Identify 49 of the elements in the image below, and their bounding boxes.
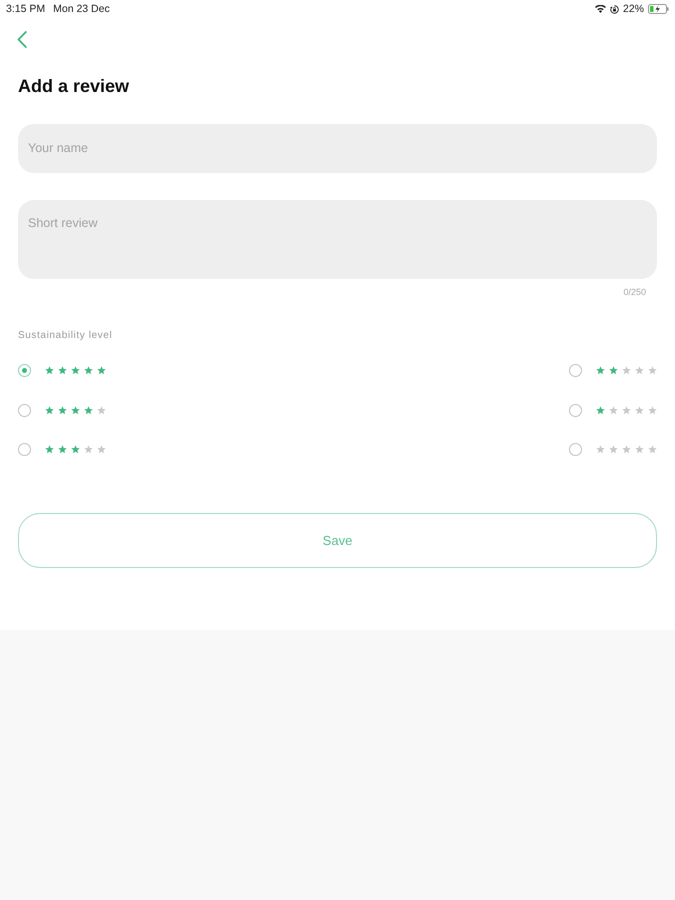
radio-button[interactable]: [18, 443, 31, 456]
back-icon: [17, 30, 27, 48]
page-title: Add a review: [18, 75, 130, 97]
name-input-field[interactable]: Your name: [18, 124, 657, 173]
status-time: 3:15 PM: [6, 3, 46, 15]
star-icon: [596, 366, 605, 376]
star-icon: [596, 445, 605, 454]
radio-button[interactable]: [18, 404, 31, 417]
star-icon: [97, 445, 106, 454]
wifi-icon: [594, 5, 606, 13]
star-icon: [45, 445, 54, 454]
star-icon: [84, 366, 93, 376]
radio-button[interactable]: [569, 404, 582, 417]
radio-button[interactable]: [569, 364, 582, 378]
star-icon: [58, 445, 67, 454]
star-icon: [648, 406, 657, 415]
radio-button[interactable]: [569, 443, 582, 456]
status-date: Mon 23 Dec: [53, 3, 110, 15]
star-icon: [84, 445, 93, 454]
review-input-field[interactable]: Short review: [18, 200, 657, 279]
star-icon: [635, 366, 644, 376]
star-icon: [596, 406, 605, 415]
star-icon: [58, 406, 67, 415]
star-icon: [622, 445, 631, 454]
star-icon: [648, 366, 657, 376]
save-button[interactable]: Save: [18, 512, 657, 568]
star-icon: [71, 445, 80, 454]
star-icon: [609, 445, 618, 454]
star-icon: [58, 366, 67, 376]
star-icon: [71, 366, 80, 376]
character-counter: 0/250: [623, 287, 646, 298]
star-icon: [45, 366, 54, 376]
rotation-lock-icon: [610, 4, 619, 14]
star-icon: [84, 406, 93, 415]
star-icon: [609, 366, 618, 376]
star-icon: [622, 366, 631, 376]
star-icon: [45, 406, 54, 415]
battery-percentage: 22%: [622, 3, 644, 15]
star-icon: [97, 366, 106, 376]
star-icon: [635, 445, 644, 454]
star-icon: [648, 445, 657, 454]
star-icon: [635, 406, 644, 415]
star-icon: [609, 406, 618, 415]
battery-charging-icon: [648, 4, 669, 14]
star-icon: [622, 406, 631, 415]
star-icon: [97, 406, 106, 415]
radio-button[interactable]: [18, 364, 31, 378]
star-icon: [71, 406, 80, 415]
rating-label: Sustainability level: [18, 330, 114, 342]
